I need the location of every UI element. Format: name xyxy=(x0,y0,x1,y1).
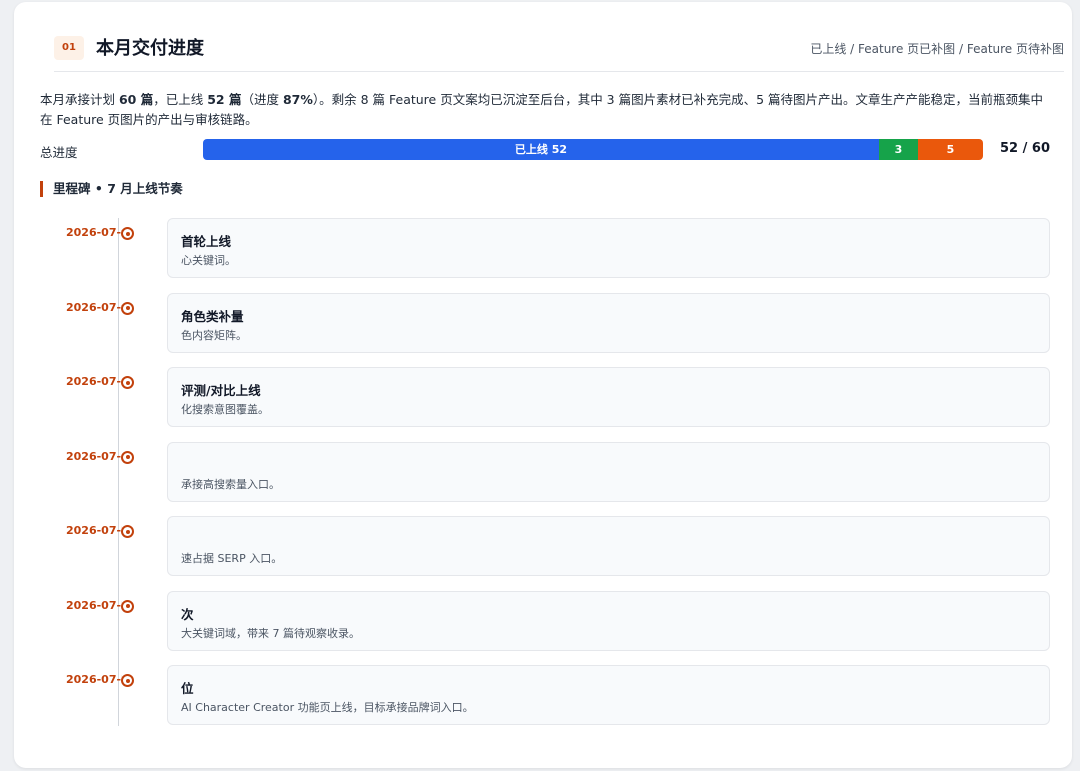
milestone-date: 2026-07-0 xyxy=(66,300,122,314)
milestone-description: 心关键词。 xyxy=(181,254,236,267)
section-number-badge: 01 xyxy=(54,36,84,60)
milestone-description: 大关键词域，带来 7 篇待观察收录。 xyxy=(181,626,360,640)
section-title: 本月交付进度 xyxy=(96,38,204,59)
milestone-dot-icon xyxy=(121,674,134,687)
milestone-description: 色内容矩阵。 xyxy=(181,328,247,342)
milestone-card: 位 AI Character Creator 功能页上线，目标承接品牌词入口。 xyxy=(167,665,1050,725)
progress-segment: 5 xyxy=(918,139,983,160)
milestone-title: 首轮上线 xyxy=(181,234,232,249)
milestone-card: 速占据 SERP 入口。 xyxy=(167,516,1050,576)
progress-legend: 已上线 / Feature 页已补图 / Feature 页待补图 xyxy=(810,42,1064,56)
section-header: 01 本月交付进度 已上线 / Feature 页已补图 / Feature 页… xyxy=(54,32,1064,72)
milestone-dot-icon xyxy=(121,376,134,389)
progress-count: 52 / 60 xyxy=(1000,141,1050,156)
summary-text: 本月承接计划 60 篇，已上线 52 篇（进度 87%）。剩余 8 篇 Feat… xyxy=(40,92,1044,127)
milestone-card: 评测/对比上线 化搜索意图覆盖。 xyxy=(167,367,1050,427)
milestone-dot-icon xyxy=(121,227,134,240)
milestone-card: 首轮上线 心关键词。 xyxy=(167,218,1050,278)
progress-bar: 已上线 52 3 5 xyxy=(203,139,983,160)
milestone-title: 次 xyxy=(181,606,194,622)
milestone-card: 承接高搜索量入口。 xyxy=(167,441,1050,502)
milestone-date: 2026-07-2 xyxy=(66,524,122,537)
milestone-card: 次大关键词域，带来 7 篇待观察收录。 xyxy=(167,590,1050,651)
milestone-date: 2026-07-0 xyxy=(66,226,122,239)
milestone-heading: 里程碑 • 7 月上线节奏 xyxy=(40,181,183,197)
milestone-date: 2026-07-1 xyxy=(66,375,122,388)
milestone-title: 角色类补量 xyxy=(181,308,244,324)
milestone-description: 速占据 SERP 入口。 xyxy=(181,552,283,565)
milestone-description: 化搜索意图覆盖。 xyxy=(181,403,269,416)
timeline-line xyxy=(118,218,119,726)
milestone-dot-icon xyxy=(121,525,134,538)
milestone-description: AI Character Creator 功能页上线，目标承接品牌词入口。 xyxy=(181,701,474,714)
progress-segment: 已上线 52 xyxy=(203,139,879,160)
progress-percent: 87% xyxy=(282,92,313,107)
progress-segment: 3 xyxy=(879,139,918,160)
milestone-date: 2026-07-2 xyxy=(66,598,122,612)
overall-progress: 总进度 已上线 52 3 5 52 / 60 xyxy=(40,139,1050,161)
milestone-date: 2026-07-2 xyxy=(66,673,122,686)
milestone-dot-icon xyxy=(121,301,134,315)
progress-label: 总进度 xyxy=(40,145,78,160)
milestone-title: 评测/对比上线 xyxy=(181,383,261,398)
planned-count: 60 篇 xyxy=(118,92,154,107)
milestone-description: 承接高搜索量入口。 xyxy=(181,477,280,491)
milestone-card: 角色类补量色内容矩阵。 xyxy=(167,292,1050,353)
live-count: 52 篇 xyxy=(207,92,242,107)
milestone-date: 2026-07-1 xyxy=(66,449,122,463)
milestone-title: 位 xyxy=(181,681,194,696)
milestone-dot-icon xyxy=(121,599,134,613)
milestone-dot-icon xyxy=(121,450,134,464)
